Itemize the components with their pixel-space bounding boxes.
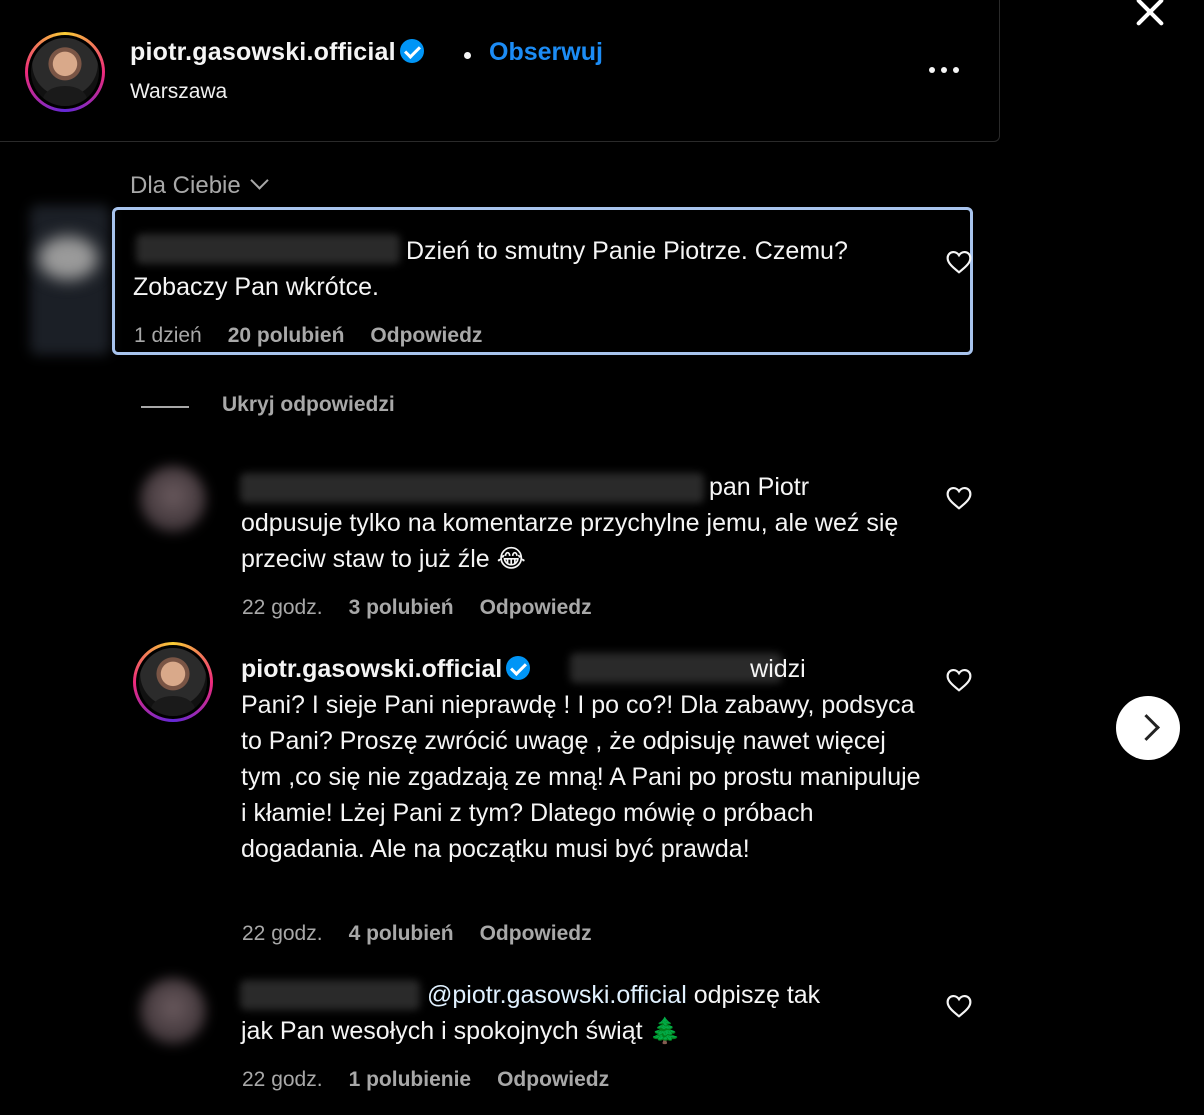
reply-timestamp[interactable]: 22 godz. bbox=[242, 596, 323, 620]
author-username-text[interactable]: piotr.gasowski.official bbox=[130, 38, 396, 66]
reply-button[interactable]: Odpowiedz bbox=[370, 324, 482, 348]
comment-text-content: Dzień to smutny Panie Piotrze. Czemu? Zo… bbox=[133, 237, 848, 301]
hide-replies-button[interactable]: Ukryj odpowiedzi bbox=[222, 393, 395, 417]
verified-badge-icon bbox=[506, 656, 531, 680]
reply-timestamp[interactable]: 22 godz. bbox=[242, 1068, 323, 1092]
follow-button[interactable]: Obserwuj bbox=[489, 38, 603, 67]
next-post-chevron-right-icon[interactable] bbox=[1116, 696, 1180, 760]
reply-text-line: widzi bbox=[750, 655, 806, 683]
post-header: piotr.gasowski.official Obserwuj Warszaw… bbox=[0, 0, 1000, 142]
reply-button[interactable]: Odpowiedz bbox=[497, 1068, 609, 1092]
comment-text: Dzień to smutny Panie Piotrze. Czemu? Zo… bbox=[133, 233, 933, 305]
commenter-avatar-blurred-inner bbox=[38, 236, 98, 280]
author-avatar[interactable] bbox=[25, 32, 105, 112]
reply-likes-count[interactable]: 3 polubień bbox=[349, 596, 454, 620]
author-username[interactable]: piotr.gasowski.official bbox=[130, 38, 424, 67]
like-heart-icon[interactable] bbox=[946, 486, 972, 510]
commenter-avatar-blurred[interactable] bbox=[140, 978, 206, 1044]
reply-text: pan Piotr odpusuje tylko na komentarze p… bbox=[241, 469, 921, 577]
comment-meta: 1 dzień 20 polubień Odpowiedz bbox=[134, 324, 482, 348]
reply-meta: 22 godz. 4 polubień Odpowiedz bbox=[242, 922, 592, 946]
sort-dropdown[interactable]: Dla Ciebie bbox=[130, 171, 269, 200]
commenter-avatar-blurred[interactable] bbox=[140, 466, 206, 532]
comment-likes-count[interactable]: 20 polubień bbox=[228, 324, 345, 348]
sort-label: Dla Ciebie bbox=[130, 172, 241, 199]
like-heart-icon[interactable] bbox=[946, 994, 972, 1018]
like-heart-icon[interactable] bbox=[946, 668, 972, 692]
reply-timestamp[interactable]: 22 godz. bbox=[242, 922, 323, 946]
reply-likes-count[interactable]: 4 polubień bbox=[349, 922, 454, 946]
more-options-icon[interactable] bbox=[922, 58, 966, 82]
reply-text: @piotr.gasowski.official odpiszę tak jak… bbox=[241, 977, 931, 1049]
laughing-emoji-icon: 😂 bbox=[496, 544, 526, 573]
close-icon[interactable] bbox=[1130, 0, 1170, 32]
post-location[interactable]: Warszawa bbox=[130, 80, 227, 104]
separator-dot bbox=[464, 52, 471, 59]
reply-meta: 22 godz. 3 polubień Odpowiedz bbox=[242, 596, 592, 620]
reply-text-content: jak Pan wesołych i spokojnych świąt bbox=[241, 1017, 643, 1045]
christmas-tree-emoji-icon: 🌲 bbox=[649, 1016, 681, 1045]
reply-text-line: odpiszę tak bbox=[693, 981, 821, 1009]
author-avatar[interactable] bbox=[133, 642, 213, 722]
comment-timestamp[interactable]: 1 dzień bbox=[134, 324, 202, 348]
reply-text-content: odpusuje tylko na komentarze przychylne … bbox=[241, 509, 899, 573]
mention-link[interactable]: @piotr.gasowski.official bbox=[427, 981, 687, 1009]
like-heart-icon[interactable] bbox=[946, 250, 972, 274]
reply-author-name[interactable]: piotr.gasowski.official bbox=[241, 655, 502, 683]
verified-badge-icon bbox=[399, 39, 424, 63]
reply-text-line: pan Piotr bbox=[709, 473, 810, 501]
reply-text-content: Pani? I sieje Pani nieprawdę ! I po co?!… bbox=[241, 691, 921, 863]
chevron-down-icon bbox=[250, 171, 269, 190]
reply-button[interactable]: Odpowiedz bbox=[480, 922, 592, 946]
commenter-avatar-blurred[interactable] bbox=[30, 205, 110, 355]
reply-likes-count[interactable]: 1 polubienie bbox=[349, 1068, 472, 1092]
comments-panel: piotr.gasowski.official Obserwuj Warszaw… bbox=[0, 0, 1000, 1115]
reply-meta: 22 godz. 1 polubienie Odpowiedz bbox=[242, 1068, 609, 1092]
reply-button[interactable]: Odpowiedz bbox=[480, 596, 592, 620]
replies-divider bbox=[141, 406, 189, 408]
reply-text: piotr.gasowski.official widzi Pani? I sie… bbox=[241, 651, 931, 867]
